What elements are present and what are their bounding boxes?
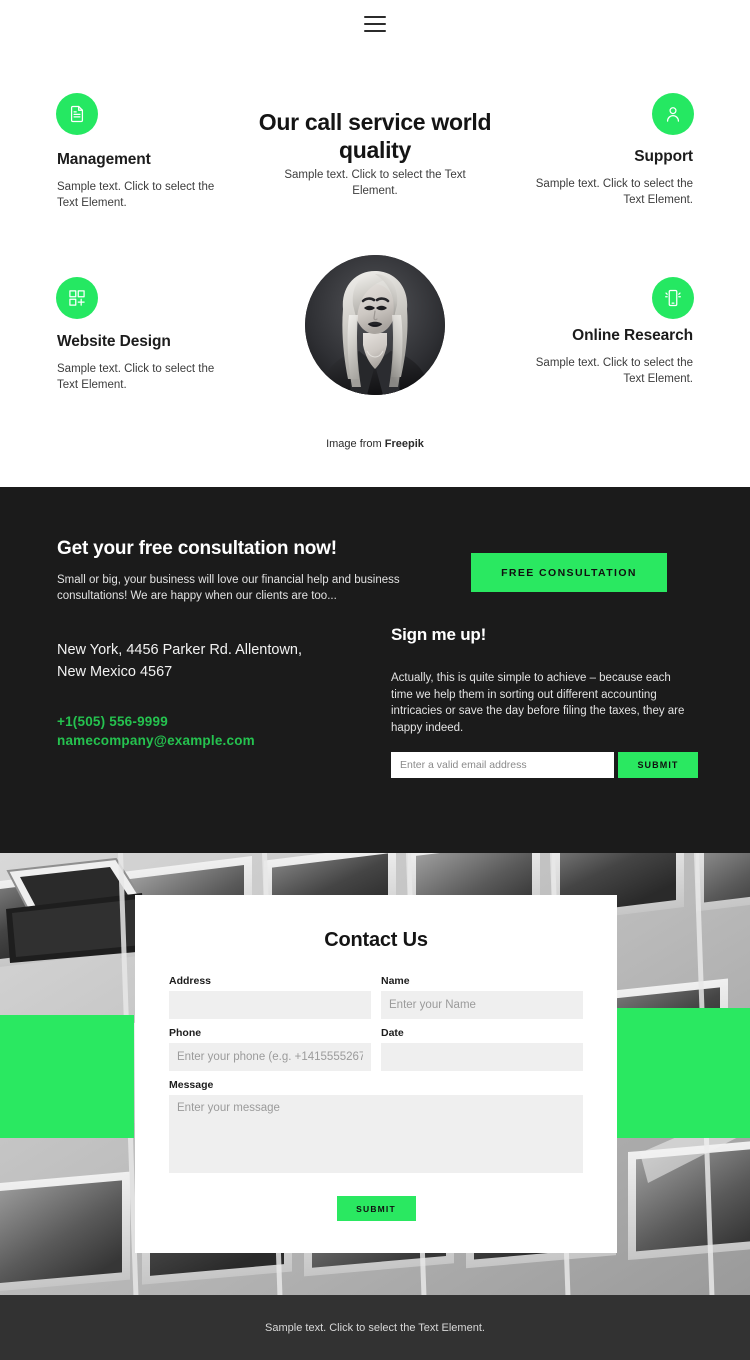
hamburger-bar bbox=[364, 23, 386, 25]
woman-portrait-photo bbox=[305, 255, 445, 395]
address-input[interactable] bbox=[169, 991, 371, 1019]
feature-description: Sample text. Click to select the Text El… bbox=[535, 178, 693, 206]
message-textarea[interactable] bbox=[169, 1095, 583, 1173]
consultation-section: Get your free consultation now! Small or… bbox=[0, 487, 750, 853]
feature-title: Support bbox=[634, 148, 693, 165]
contact-form-card: Contact Us Address Name Phone Date bbox=[135, 895, 617, 1253]
footer-text: Sample text. Click to select the Text El… bbox=[265, 1321, 485, 1334]
document-icon bbox=[56, 93, 98, 135]
hamburger-bar bbox=[364, 30, 386, 32]
signup-heading: Sign me up! bbox=[391, 625, 487, 644]
features-section: Our call service world quality Sample te… bbox=[0, 48, 750, 487]
phone-input[interactable] bbox=[169, 1043, 371, 1071]
green-accent-block-left bbox=[0, 1015, 134, 1138]
name-input[interactable] bbox=[381, 991, 583, 1019]
free-consultation-button[interactable]: FREE CONSULTATION bbox=[471, 553, 667, 592]
feature-description: Sample text. Click to select the Text El… bbox=[535, 357, 693, 385]
email-link[interactable]: namecompany@example.com bbox=[57, 731, 255, 750]
contact-form-grid: Address Name Phone Date Message bbox=[169, 975, 583, 1229]
consultation-paragraph: Small or big, your business will love ou… bbox=[57, 574, 400, 602]
contact-form-title: Contact Us bbox=[324, 929, 428, 951]
feature-title: Online Research bbox=[572, 327, 693, 344]
date-field-group: Date bbox=[381, 1027, 583, 1071]
phone-link[interactable]: +1(505) 556-9999 bbox=[57, 712, 255, 731]
green-accent-block-right bbox=[617, 1008, 750, 1138]
feature-description: Sample text. Click to select the Text El… bbox=[57, 181, 215, 209]
portrait-image-wrapper bbox=[305, 255, 445, 395]
contact-submit-wrapper: SUBMIT bbox=[169, 1196, 583, 1221]
hamburger-menu-icon[interactable] bbox=[364, 16, 386, 32]
site-footer: Sample text. Click to select the Text El… bbox=[0, 1295, 750, 1360]
phone-label: Phone bbox=[169, 1027, 202, 1039]
site-header bbox=[0, 0, 750, 48]
feature-title: Management bbox=[57, 151, 151, 168]
page-subtitle: Sample text. Click to select the Text El… bbox=[284, 169, 466, 197]
contact-photo-section: Contact Us Address Name Phone Date bbox=[0, 853, 750, 1295]
signup-paragraph: Actually, this is quite simple to achiev… bbox=[391, 672, 685, 734]
address-line-2: New Mexico 4567 bbox=[57, 664, 173, 680]
page-title: Our call service world quality bbox=[258, 109, 492, 163]
message-field-group: Message bbox=[169, 1079, 583, 1178]
image-credit: Image from Freepik bbox=[275, 438, 475, 450]
address-line-1: New York, 4456 Parker Rd. Allentown, bbox=[57, 642, 303, 658]
mobile-device-icon bbox=[652, 277, 694, 319]
message-label: Message bbox=[169, 1079, 214, 1091]
company-address: New York, 4456 Parker Rd. Allentown, New… bbox=[57, 639, 387, 683]
address-label: Address bbox=[169, 975, 212, 987]
add-widget-grid-icon bbox=[56, 277, 98, 319]
name-field-group: Name bbox=[381, 975, 583, 1019]
signup-email-input[interactable] bbox=[391, 752, 614, 778]
contact-links: +1(505) 556-9999 namecompany@example.com bbox=[57, 712, 255, 750]
image-credit-prefix: Image from bbox=[326, 438, 385, 450]
consultation-heading: Get your free consultation now! bbox=[57, 538, 337, 559]
user-icon bbox=[652, 93, 694, 135]
name-label: Name bbox=[381, 975, 410, 987]
date-label: Date bbox=[381, 1027, 404, 1039]
landing-page: Our call service world quality Sample te… bbox=[0, 0, 750, 1360]
signup-form: SUBMIT bbox=[391, 752, 698, 778]
contact-submit-button[interactable]: SUBMIT bbox=[336, 1196, 416, 1221]
image-credit-source: Freepik bbox=[384, 438, 424, 450]
address-field-group: Address bbox=[169, 975, 371, 1019]
phone-field-group: Phone bbox=[169, 1027, 371, 1071]
feature-description: Sample text. Click to select the Text El… bbox=[57, 363, 215, 391]
feature-title: Website Design bbox=[57, 333, 171, 350]
date-input[interactable] bbox=[381, 1043, 583, 1071]
hamburger-bar bbox=[364, 16, 386, 18]
signup-submit-button[interactable]: SUBMIT bbox=[618, 752, 698, 778]
